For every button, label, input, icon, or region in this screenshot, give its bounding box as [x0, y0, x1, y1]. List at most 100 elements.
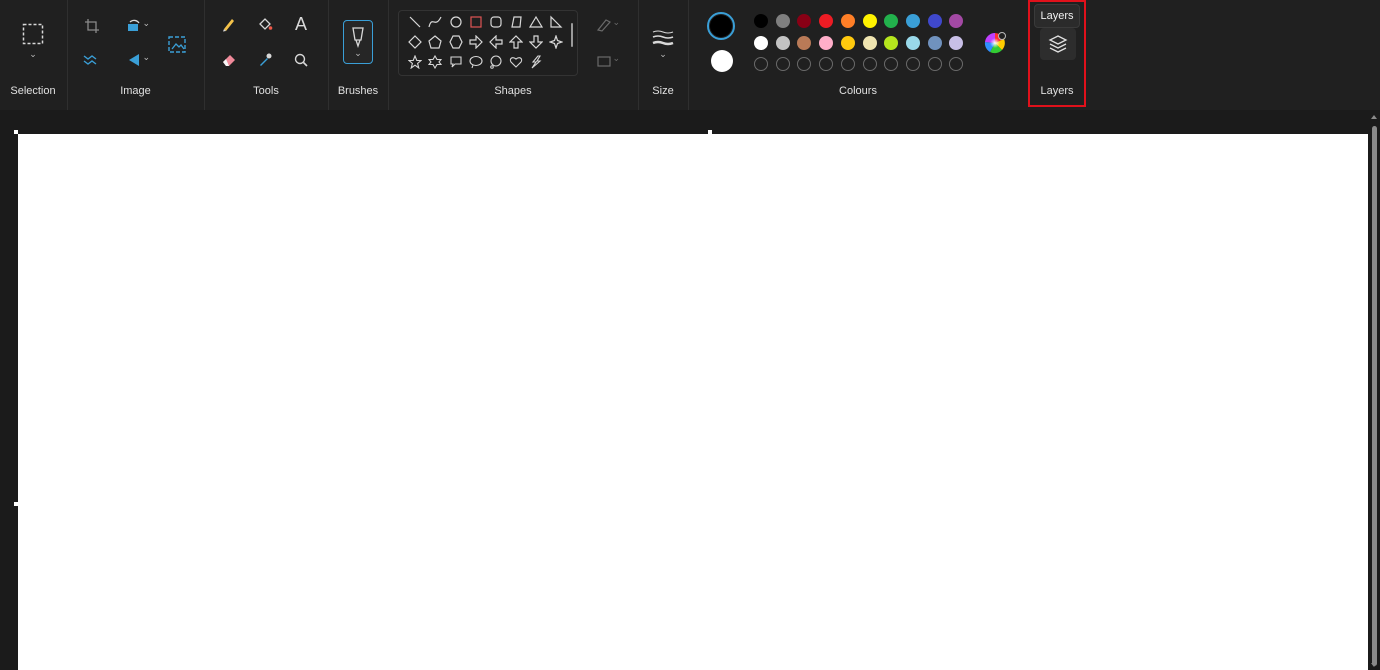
color-picker-button[interactable]: [253, 48, 277, 72]
palette-colour-swatch[interactable]: [775, 14, 790, 28]
pentagon-icon[interactable]: [426, 33, 444, 51]
colour-wheel-icon: [984, 32, 1006, 54]
shapes-scrollbar[interactable]: [571, 23, 573, 47]
hexagon-icon[interactable]: [447, 33, 465, 51]
stroke-size-icon: [652, 30, 674, 45]
palette-colour-swatch[interactable]: [862, 35, 877, 50]
flip-icon: [129, 54, 139, 66]
crop-button[interactable]: [80, 14, 104, 38]
drawing-canvas[interactable]: [18, 134, 1368, 670]
selection-button[interactable]: ⌄: [14, 16, 52, 66]
palette-colour-swatch[interactable]: [819, 35, 834, 50]
chevron-down-icon: ⌄: [29, 48, 37, 59]
resize-handle-left[interactable]: [14, 502, 18, 506]
resize-handle-top[interactable]: [708, 130, 712, 134]
resize-icon: [83, 55, 97, 65]
chevron-down-icon: ⌄: [142, 18, 150, 28]
palette-colour-swatch[interactable]: [862, 14, 877, 28]
vertical-scrollbar[interactable]: [1368, 112, 1380, 670]
custom-colour-slot[interactable]: [840, 57, 855, 71]
flip-button[interactable]: ⌄: [116, 48, 152, 72]
palette-colour-swatch[interactable]: [905, 14, 920, 28]
pencil-button[interactable]: [217, 12, 241, 36]
palette-colour-swatch[interactable]: [797, 35, 812, 50]
chevron-down-icon: ⌄: [354, 47, 362, 58]
palette-colour-swatch[interactable]: [754, 14, 768, 28]
down-arrow-icon[interactable]: [527, 33, 545, 51]
six-point-star-icon[interactable]: [426, 53, 444, 71]
diamond-icon[interactable]: [406, 33, 424, 51]
palette-colour-swatch[interactable]: [840, 14, 855, 28]
palette-colour-swatch[interactable]: [905, 35, 920, 50]
magnifier-icon: [294, 53, 308, 67]
custom-colour-slot[interactable]: [905, 57, 920, 71]
shapes-gallery: [398, 10, 578, 76]
tools-label: Tools: [253, 85, 279, 97]
line-icon[interactable]: [406, 13, 424, 31]
polygon-icon[interactable]: [507, 13, 525, 31]
custom-colour-slot[interactable]: [775, 57, 790, 71]
palette-colour-swatch[interactable]: [884, 35, 899, 50]
outline-button[interactable]: ⌄: [586, 14, 622, 36]
up-arrow-icon[interactable]: [507, 33, 525, 51]
lightning-icon[interactable]: [527, 53, 545, 71]
size-button[interactable]: ⌄: [649, 22, 677, 66]
scroll-down-arrow-icon[interactable]: [1368, 660, 1380, 670]
left-arrow-icon[interactable]: [487, 33, 505, 51]
palette-colour-swatch[interactable]: [754, 35, 768, 50]
right-arrow-icon[interactable]: [467, 33, 485, 51]
palette-colour-swatch[interactable]: [819, 14, 834, 28]
brushes-group: ⌄ Brushes: [329, 0, 387, 110]
image-generate-button[interactable]: [164, 30, 192, 58]
palette-colour-swatch[interactable]: [927, 14, 942, 28]
brushes-button[interactable]: ⌄: [343, 20, 373, 64]
chevron-down-icon: ⌄: [612, 53, 620, 63]
custom-colour-slot[interactable]: [927, 57, 942, 71]
vertical-scrollbar-thumb[interactable]: [1372, 126, 1377, 666]
rounded-callout-icon[interactable]: [447, 53, 465, 71]
eyedropper-icon: [260, 53, 272, 66]
resize-button[interactable]: [78, 48, 104, 72]
rotate-button[interactable]: ⌄: [116, 14, 152, 38]
rounded-rectangle-icon[interactable]: [487, 13, 505, 31]
triangle-icon[interactable]: [527, 13, 545, 31]
scroll-up-arrow-icon[interactable]: [1368, 112, 1380, 122]
secondary-colour-swatch[interactable]: [711, 50, 733, 72]
rectangle-icon[interactable]: [467, 13, 485, 31]
heart-icon[interactable]: [507, 53, 525, 71]
custom-colour-slot[interactable]: [819, 57, 834, 71]
eraser-button[interactable]: [217, 48, 241, 72]
text-button[interactable]: A: [289, 12, 313, 36]
text-a-icon: A: [294, 13, 307, 34]
selection-rectangle-icon: [22, 23, 44, 44]
resize-handle-top-left[interactable]: [14, 130, 18, 134]
shapes-label: Shapes: [494, 85, 532, 97]
palette-colour-swatch[interactable]: [927, 35, 942, 50]
selection-group: ⌄ Selection: [0, 0, 66, 110]
brush-icon: [352, 26, 364, 48]
chevron-down-icon: ⌄: [659, 48, 667, 59]
primary-colour-swatch[interactable]: [707, 12, 735, 40]
cloud-callout-icon[interactable]: [487, 53, 505, 71]
edit-colours-button[interactable]: [982, 30, 1008, 56]
oval-icon[interactable]: [447, 13, 465, 31]
size-group: ⌄ Size: [639, 0, 687, 110]
fill-style-button[interactable]: ⌄: [586, 50, 622, 72]
palette-colour-swatch[interactable]: [775, 35, 790, 50]
palette-colour-swatch[interactable]: [840, 35, 855, 50]
five-point-star-icon[interactable]: [406, 53, 424, 71]
chevron-down-icon: ⌄: [142, 52, 150, 62]
right-triangle-icon[interactable]: [547, 13, 565, 31]
image-group: ⌄ ⌄ Image: [68, 0, 203, 110]
fill-style-icon: [597, 56, 611, 67]
oval-callout-icon[interactable]: [467, 53, 485, 71]
layers-highlight-box: [1028, 0, 1086, 107]
palette-colour-swatch[interactable]: [949, 35, 964, 50]
fill-button[interactable]: [253, 12, 277, 36]
custom-colour-slot[interactable]: [754, 57, 768, 71]
four-point-star-icon[interactable]: [547, 33, 565, 51]
curve-icon[interactable]: [426, 13, 444, 31]
custom-colour-slot[interactable]: [862, 57, 877, 71]
brushes-label: Brushes: [337, 85, 379, 97]
magnifier-button[interactable]: [289, 48, 313, 72]
